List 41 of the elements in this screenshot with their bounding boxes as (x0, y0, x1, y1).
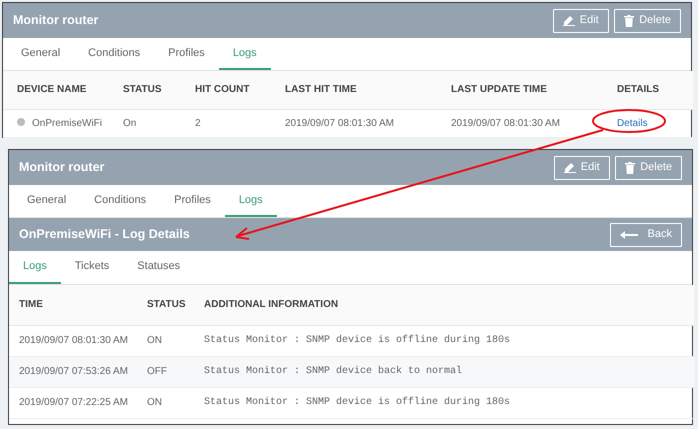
table-cell: 2019/09/07 08:01:30 AM (9, 325, 137, 356)
tab[interactable]: Profiles (160, 185, 225, 217)
pencil-icon (564, 162, 576, 173)
table-cell: Status Monitor : SNMP device is offline during 180s (194, 387, 694, 418)
table-cell: Status Monitor : SNMP device back to normal (194, 356, 694, 387)
table-cell: Status Monitor : SNMP device is offline during 180s (194, 325, 694, 356)
back-arrow-icon (620, 230, 638, 238)
column-header: LAST HIT TIME (271, 71, 437, 109)
panel-title: Monitor router (19, 160, 104, 175)
tab[interactable]: Profiles (154, 38, 219, 70)
trash-icon (624, 14, 634, 26)
column-header: LAST UPDATE TIME (437, 71, 603, 109)
table-cell: On (109, 109, 181, 137)
table-cell: 2019/09/07 07:53:26 AM (9, 356, 137, 387)
table-cell: ON (137, 387, 194, 418)
tab[interactable]: Conditions (74, 38, 154, 70)
table-cell: 2 (181, 109, 271, 137)
column-header: STATUS (109, 71, 181, 109)
section-title: OnPremiseWiFi - Log Details (19, 227, 190, 242)
table-cell: 2019/09/07 07:22:25 AM (9, 387, 137, 418)
tab[interactable]: Statuses (123, 251, 194, 284)
column-header: TIME (9, 285, 137, 325)
table-cell: 2019/09/07 08:01:30 AM (437, 109, 603, 137)
column-header: DETAILS (603, 71, 693, 109)
column-header: DEVICE NAME (3, 71, 109, 109)
column-header: STATUS (137, 285, 194, 325)
pencil-icon (562, 15, 575, 26)
tab[interactable]: Tickets (60, 251, 124, 284)
table-cell: 2019/09/07 08:01:30 AM (271, 109, 437, 137)
panel-title: Monitor router (13, 13, 98, 28)
table-cell: OFF (137, 356, 194, 387)
column-header: ADDITIONAL INFORMATION (194, 285, 694, 325)
tab[interactable]: Conditions (80, 185, 160, 217)
status-dot-icon (17, 118, 25, 126)
table-cell: ON (137, 325, 194, 356)
column-header: HIT COUNT (181, 71, 271, 109)
tab[interactable]: General (7, 38, 74, 70)
details-link[interactable]: Details (617, 118, 648, 128)
trash-icon (625, 162, 636, 174)
table-cell: OnPremiseWiFi (32, 118, 102, 128)
tab[interactable]: General (13, 185, 80, 217)
